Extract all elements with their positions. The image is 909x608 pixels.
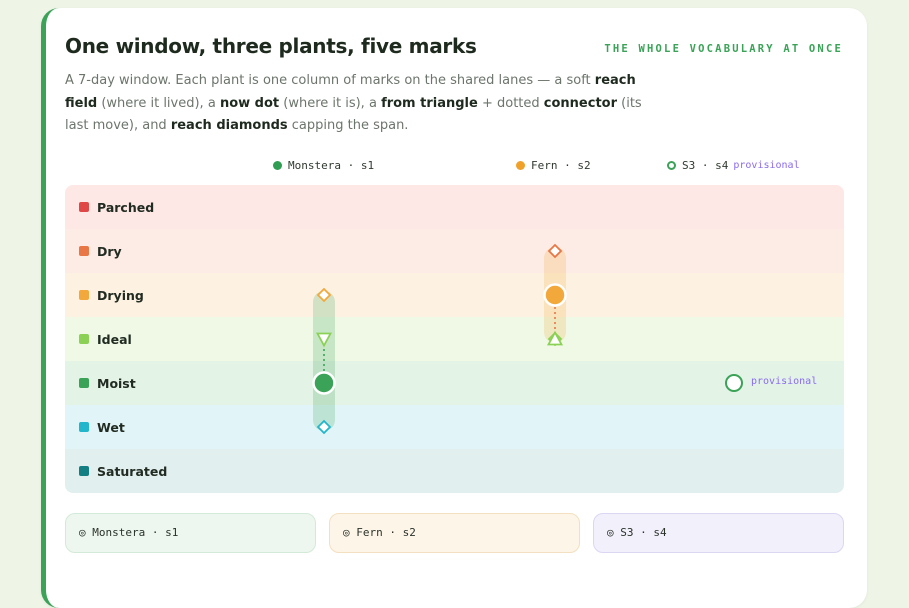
legend-dot-hollow [667,160,676,170]
eye-icon: ◎ [79,526,86,539]
term-connector: connector [543,95,618,111]
kicker-label: THE WHOLE VOCABULARY AT ONCE [604,43,843,55]
detail-label: Monstera · s1 [92,526,179,539]
legend-label: Monstera · s1 [288,158,375,172]
detail-label: Fern · s2 [356,526,416,539]
legend-item-fern[interactable]: Fern · s2 [516,158,591,172]
legend-dot [273,160,282,170]
legend-dot [516,160,525,170]
provisional-tag: provisional [751,376,818,387]
eye-icon: ◎ [343,526,350,539]
term-now-dot: now dot [219,95,280,111]
detail-card-s3[interactable]: ◎ S3 · s4 [593,513,844,553]
legend-label: Fern · s2 [531,158,591,172]
detail-card-fern[interactable]: ◎ Fern · s2 [329,513,580,553]
legend-label: S3 · s4 [682,158,729,172]
now-dot [543,283,567,307]
marks-layer [312,243,743,435]
now-dot-provisional [725,374,743,392]
term-from-triangle: from triangle [381,95,478,111]
page-title: One window, three plants, five marks [65,34,477,58]
term-reach-diamonds: reach diamonds [170,118,288,133]
legend-item-s3[interactable]: S3 · s4 provisional [667,158,800,172]
legend-provisional-tag: provisional [733,159,800,171]
detail-label: S3 · s4 [620,526,667,539]
eye-icon: ◎ [607,526,614,539]
detail-card-monstera[interactable]: ◎ Monstera · s1 [65,513,316,553]
description: A 7-day window. Each plant is one column… [65,73,642,133]
legend-item-monstera[interactable]: Monstera · s1 [273,158,374,172]
now-dot [312,371,336,395]
lane-chart: Parched Dry Drying Ideal Moist Wet Saturated p… [65,185,844,493]
